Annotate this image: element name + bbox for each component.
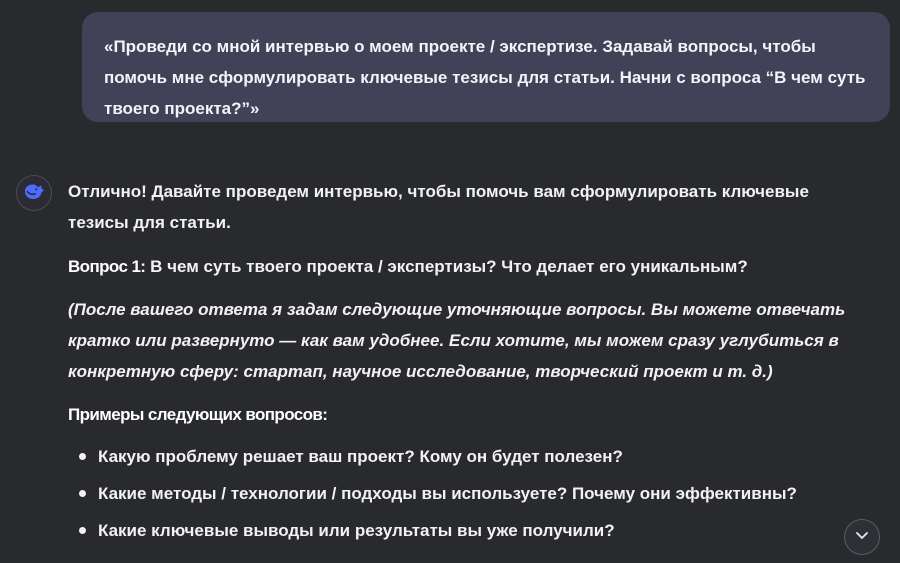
whale-icon [22, 179, 46, 208]
example-text: Какие ключевые выводы или результаты вы … [98, 521, 615, 540]
question-1: Вопрос 1: В чем суть твоего проекта / эк… [68, 251, 868, 282]
assistant-avatar [16, 175, 52, 211]
assistant-intro: Отлично! Давайте проведем интервью, чтоб… [68, 182, 809, 232]
examples-title: Примеры следующих вопросов: [68, 405, 328, 424]
chevron-down-icon [853, 526, 871, 549]
example-text: Какую проблему решает ваш проект? Кому о… [98, 447, 623, 466]
example-text: Какие методы / технологии / подходы вы и… [98, 484, 797, 503]
scroll-down-button[interactable] [844, 519, 880, 555]
examples-list: Какую проблему решает ваш проект? Кому о… [68, 438, 868, 549]
list-item: Какие ключевые выводы или результаты вы … [68, 512, 868, 549]
bullet-icon [79, 527, 86, 534]
question-1-label: Вопрос 1: [68, 257, 146, 276]
assistant-note: (После вашего ответа я задам следующие у… [68, 300, 846, 381]
bullet-icon [79, 453, 86, 460]
list-item: Какие методы / технологии / подходы вы и… [68, 475, 868, 512]
user-message-bubble: «Проведи со мной интервью о моем проекте… [82, 12, 890, 122]
assistant-message: Отлично! Давайте проведем интервью, чтоб… [68, 176, 868, 549]
bullet-icon [79, 490, 86, 497]
question-1-text: В чем суть твоего проекта / экспертизы? … [145, 257, 748, 276]
chat-view: «Проведи со мной интервью о моем проекте… [0, 0, 900, 563]
list-item: Какую проблему решает ваш проект? Кому о… [68, 438, 868, 475]
user-message-text: «Проведи со мной интервью о моем проекте… [104, 37, 866, 118]
